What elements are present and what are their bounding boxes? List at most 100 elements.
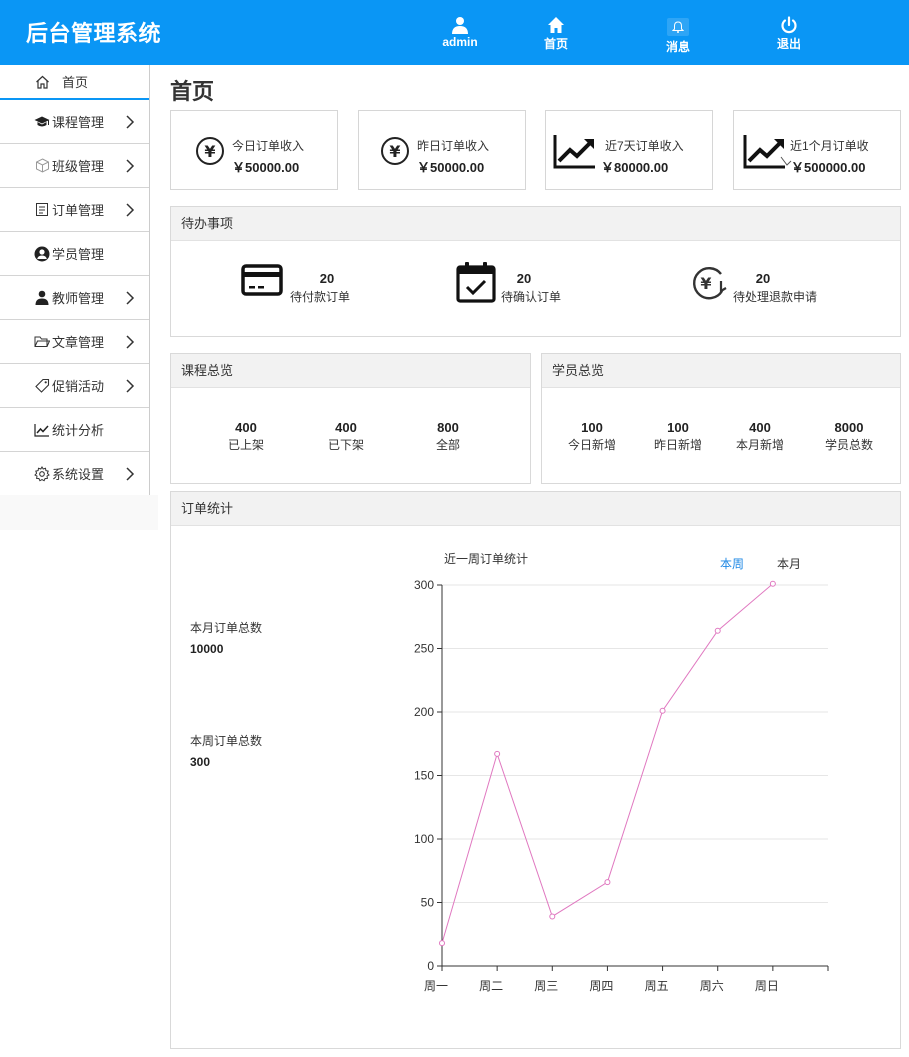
stat-card-today: ¥ 今日订单收入 ￥50000.00 [170, 110, 338, 190]
student-overview-title: 学员总览 [542, 354, 900, 388]
svg-text:¥: ¥ [389, 142, 400, 161]
nav-logout[interactable]: 退出 [759, 16, 819, 52]
clipboard-icon [34, 202, 50, 218]
todo-label: 待处理退款申请 [733, 290, 818, 304]
sidebar-item-label: 首页 [62, 75, 89, 90]
course-stat-offline: 400 已下架 [301, 420, 391, 453]
overview-value: 800 [437, 420, 459, 435]
stat-card-yesterday: ¥ 昨日订单收入 ￥50000.00 [358, 110, 526, 190]
sidebar-item-label: 订单管理 [52, 203, 105, 218]
series-line [441, 583, 774, 944]
data-point [494, 750, 501, 757]
credit-card-icon [241, 264, 283, 296]
overview-label: 学员总数 [824, 438, 873, 452]
x-tick-label: 周四 [589, 979, 613, 993]
top-header: 后台管理系统 admin 首页 消息 退出 [0, 0, 909, 65]
y-tick-label: 50 [421, 896, 435, 910]
sidebar-item-settings[interactable]: 系统设置 [0, 452, 149, 496]
graduation-cap-icon [34, 114, 50, 130]
stat-value: ￥50000.00 [232, 160, 300, 175]
todo-panel-title: 待办事项 [171, 207, 900, 241]
sidebar-item-label: 教师管理 [52, 291, 105, 306]
home-icon [548, 17, 564, 33]
todo-count: 20 [319, 271, 335, 286]
chart-title: 近一周订单统计 [444, 552, 529, 566]
y-tick-label: 200 [414, 705, 434, 719]
trend-up-icon [553, 135, 595, 169]
sidebar-item-article[interactable]: 文章管理 [0, 320, 149, 364]
x-tick-label: 周一 [424, 979, 448, 993]
data-point [769, 580, 776, 587]
todo-count: 20 [516, 271, 532, 286]
sidebar-item-label: 促销活动 [52, 379, 105, 394]
brand-title: 后台管理系统 [26, 21, 162, 46]
y-tick-label: 150 [414, 769, 434, 783]
user-circle-icon [34, 246, 50, 262]
stat-value: ￥50000.00 [417, 160, 485, 175]
chevron-right-icon [126, 466, 135, 481]
overview-value: 100 [581, 420, 603, 435]
sidebar-item-course[interactable]: 课程管理 [0, 100, 149, 144]
chevron-right-icon [126, 290, 135, 305]
nav-home[interactable]: 首页 [526, 16, 586, 52]
overview-label: 全部 [435, 438, 460, 452]
sidebar-item-home[interactable]: 首页 [0, 65, 149, 100]
x-tick-label: 周二 [479, 979, 503, 993]
student-stat-today: 100 今日新增 [547, 420, 637, 453]
data-point [714, 627, 721, 634]
chevron-right-icon [126, 378, 135, 393]
sidebar-item-promotion[interactable]: 促销活动 [0, 364, 149, 408]
sidebar-item-order[interactable]: 订单管理 [0, 188, 149, 232]
sidebar-item-label: 系统设置 [52, 467, 105, 482]
student-stat-yesterday: 100 昨日新增 [633, 420, 723, 453]
week-orders-value: 300 [190, 755, 211, 769]
stat-card-week: 近7天订单收入 ￥80000.00 [545, 110, 713, 190]
sidebar-item-statistics[interactable]: 统计分析 [0, 408, 149, 452]
student-overview-panel: 学员总览 100 今日新增 100 昨日新增 400 本月新增 8000 学员总… [541, 353, 901, 484]
chevron-right-icon [126, 202, 135, 217]
stat-label: 昨日订单收入 [417, 139, 490, 153]
page-title: 首页 [170, 79, 215, 104]
nav-admin-label: admin [442, 35, 478, 49]
data-point [439, 940, 445, 947]
month-orders-value: 10000 [190, 642, 224, 656]
yen-circle-icon: ¥ [381, 137, 409, 165]
bell-icon [672, 20, 684, 33]
y-tick-label: 100 [414, 832, 434, 846]
svg-text:¥: ¥ [204, 142, 215, 161]
data-point [604, 879, 611, 886]
stat-label: 今日订单收入 [232, 139, 305, 153]
order-line-chart: 0 50 100 150 200 250 300 周一 周二 周三 周四 周五 周六 周日 [414, 578, 829, 993]
overview-value: 100 [667, 420, 689, 435]
week-orders-label: 本周订单总数 [190, 734, 263, 748]
yen-circle-icon: ¥ [196, 137, 224, 165]
nav-messages-label: 消息 [665, 40, 690, 54]
power-icon [781, 16, 797, 34]
sidebar-item-class[interactable]: 班级管理 [0, 144, 149, 188]
y-tick-label: 0 [427, 959, 434, 973]
nav-messages[interactable]: 消息 [648, 18, 708, 55]
calendar-check-icon [456, 262, 496, 303]
chevron-right-icon [126, 114, 135, 129]
course-stat-all: 800 全部 [403, 420, 493, 453]
nav-admin[interactable]: admin [430, 16, 490, 49]
sidebar-item-student[interactable]: 学员管理 [0, 232, 149, 276]
chevron-right-icon [126, 334, 135, 349]
overview-value: 400 [235, 420, 257, 435]
yen-refund-icon: ¥ [692, 267, 727, 300]
nav-logout-label: 退出 [776, 37, 801, 51]
svg-text:¥: ¥ [700, 274, 711, 293]
stat-label: 近7天订单收入 [605, 139, 684, 153]
stat-value: ￥500000.00 [791, 160, 866, 175]
overview-value: 400 [335, 420, 357, 435]
course-overview-title: 课程总览 [171, 354, 530, 388]
overview-label: 已上架 [227, 438, 264, 452]
y-tick-label: 250 [414, 642, 434, 656]
student-stat-month: 400 本月新增 [715, 420, 805, 453]
sidebar: 首页 课程管理 班级管理 订单管理 学员管理 教师管理 文章管理 促销活动 统计… [0, 65, 150, 496]
course-stat-online: 400 已上架 [201, 420, 291, 453]
sidebar-item-teacher[interactable]: 教师管理 [0, 276, 149, 320]
gear-icon [34, 465, 50, 482]
x-tick-label: 周日 [755, 979, 779, 993]
nav-home-label: 首页 [543, 37, 568, 51]
